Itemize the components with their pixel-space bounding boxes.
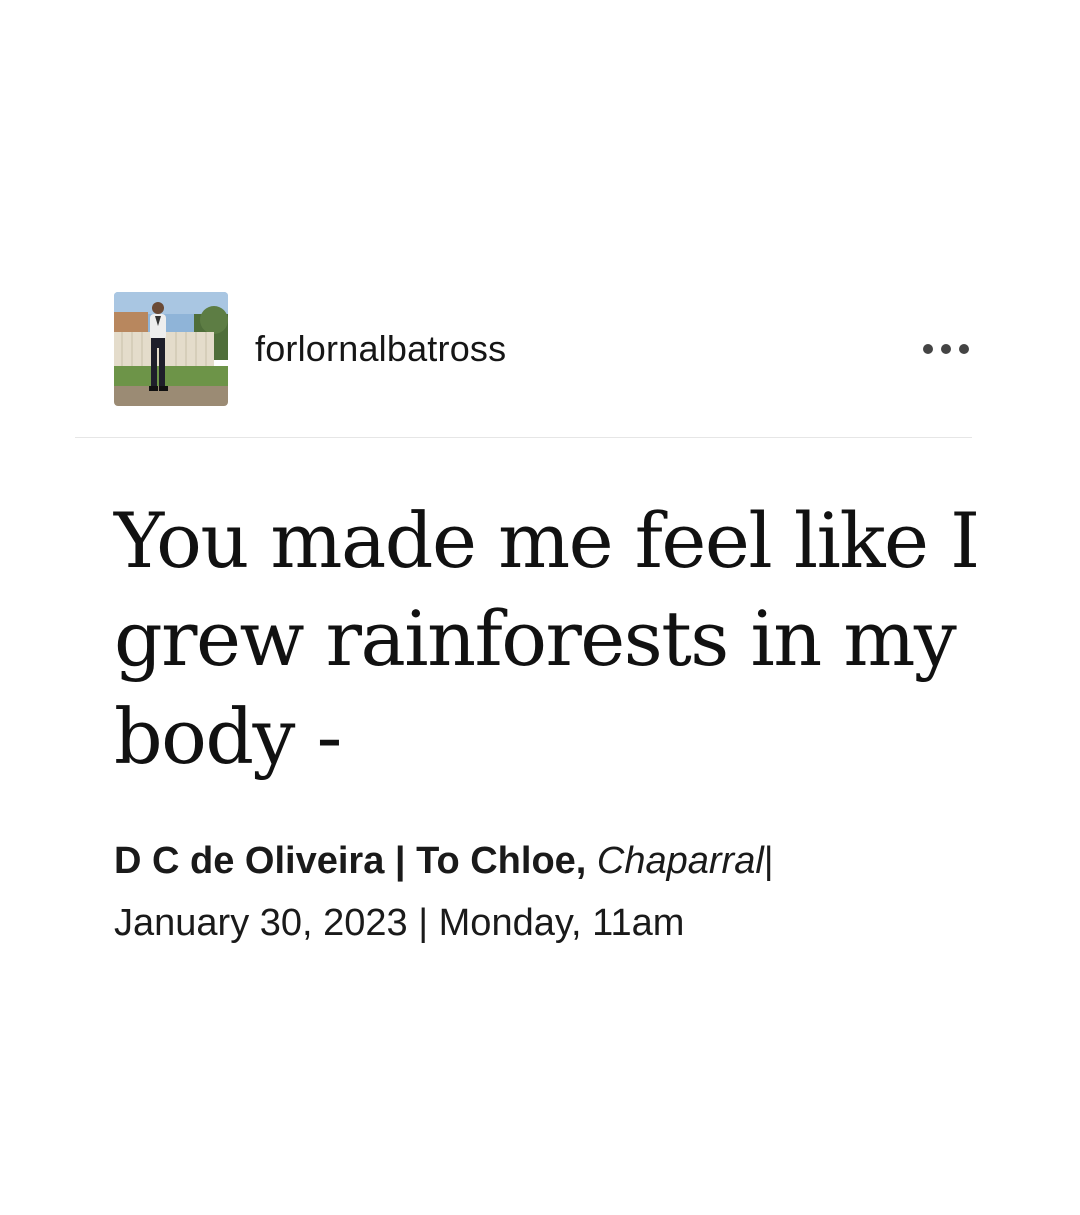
more-options-button[interactable] (920, 334, 972, 364)
post-card: forlornalbatross You made me feel like I… (75, 290, 980, 954)
post-date-time: January 30, 2023 | Monday, 11am (114, 902, 685, 944)
post-attribution: D C de Oliveira | To Chloe, Chaparral| J… (114, 830, 972, 954)
post-header: forlornalbatross (75, 290, 972, 438)
more-horizontal-icon (959, 344, 969, 354)
avatar[interactable] (114, 292, 228, 406)
post-quote: You made me feel like I grew rainforests… (114, 496, 980, 781)
username-link[interactable]: forlornalbatross (255, 328, 506, 370)
work-title: Chaparral (596, 840, 764, 882)
attribution-separator: | (763, 840, 774, 882)
author-and-recipient: D C de Oliveira | To Chloe, (114, 840, 587, 882)
more-horizontal-icon (923, 344, 933, 354)
post-body: You made me feel like I grew rainforests… (75, 438, 980, 954)
more-horizontal-icon (941, 344, 951, 354)
